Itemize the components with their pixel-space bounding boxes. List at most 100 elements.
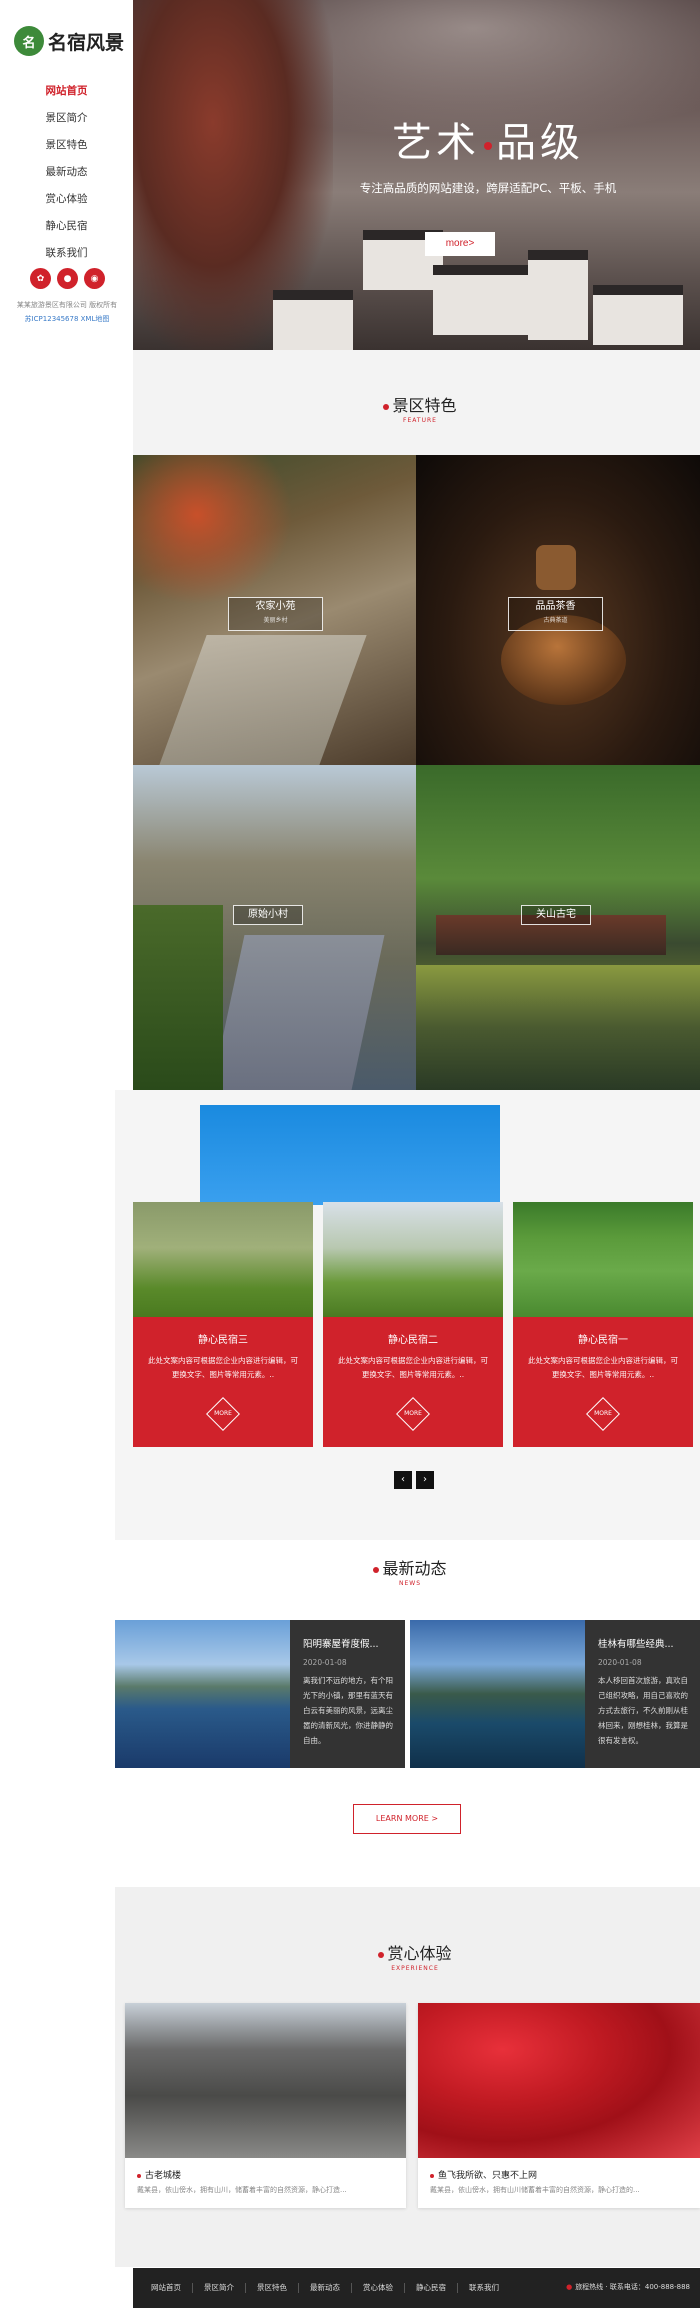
homestay-card[interactable]: 静心民宿二 此处文案内容可根据您企业内容进行编辑，可更换文字、图片等常用元素。.… <box>323 1202 503 1447</box>
icp-link[interactable]: 苏ICP12345678 XML地图 <box>6 312 128 326</box>
site-name: 名宿风景 <box>48 31 125 54</box>
experience-image <box>418 2003 700 2158</box>
phone-icon: ● <box>566 2283 573 2291</box>
tea-scoop <box>536 545 576 590</box>
banner-sky <box>200 1105 500 1205</box>
social-links: ✿ ● ◉ <box>30 268 105 289</box>
next-arrow-button[interactable]: › <box>416 1471 434 1489</box>
title-dot-icon <box>137 2173 141 2178</box>
hero-banner: 艺术 品级 专注高品质的网站建设，跨屏适配PC、平板、手机 more> <box>133 0 700 350</box>
news-item-text: 离我们不远的地方，有个阳光下的小镇，那里有蓝天有白云有美丽的风景，远离尘嚣的清新… <box>303 1676 393 1745</box>
footer-link-contact[interactable]: 联系我们 <box>457 2283 510 2293</box>
card-title: 静心民宿二 <box>388 1335 438 1346</box>
news-item-title[interactable]: 桂林有哪些经典... <box>598 1636 692 1650</box>
qq-icon[interactable]: ◉ <box>84 268 105 289</box>
hero-house <box>273 290 353 350</box>
heading-dot-icon <box>378 1951 385 1958</box>
prev-arrow-button[interactable]: ‹ <box>394 1471 412 1489</box>
main-nav: 网站首页 景区简介 景区特色 最新动态 赏心体验 静心民宿 联系我们 <box>0 78 133 267</box>
news-item[interactable]: 桂林有哪些经典... 2020-01-08 本人移回首次旅游，真欢自己组织攻略，… <box>410 1620 700 1768</box>
title-dot-icon <box>430 2173 434 2178</box>
tree-foliage <box>133 455 293 605</box>
feature-tile-mansion[interactable]: 关山古宅 <box>416 765 700 1090</box>
nav-item-news[interactable]: 最新动态 <box>0 159 133 186</box>
experience-item-text: 戴某县，依山傍水，拥有山川储蓄着丰富的自然资源，静心打造的... <box>430 2186 640 2194</box>
card-image <box>133 1202 313 1317</box>
nav-item-home[interactable]: 网站首页 <box>0 78 133 105</box>
feature-label: 原始小村 <box>233 905 303 925</box>
stone-street <box>211 935 385 1090</box>
nav-item-feature[interactable]: 景区特色 <box>0 132 133 159</box>
footer-link-homestay[interactable]: 静心民宿 <box>404 2283 457 2293</box>
card-title: 静心民宿三 <box>198 1335 248 1346</box>
footer-link-intro[interactable]: 景区简介 <box>192 2283 245 2293</box>
news-item-date: 2020-01-08 <box>303 1658 347 1667</box>
grass-left <box>133 905 223 1090</box>
card-more-label: MORE <box>594 1410 612 1417</box>
footer: 网站首页 景区简介 景区特色 最新动态 赏心体验 静心民宿 联系我们 ● 旅程热线… <box>133 2268 700 2308</box>
experience-image <box>125 2003 406 2158</box>
learn-more-button[interactable]: LEARN MORE > <box>353 1804 461 1834</box>
feature-label-text: 农家小苑 <box>255 601 296 612</box>
hero-subtitle: 专注高品质的网站建设，跨屏适配PC、平板、手机 <box>359 181 617 195</box>
footer-link-home[interactable]: 网站首页 <box>151 2283 192 2293</box>
stone-path <box>159 635 367 765</box>
feature-label: 关山古宅 <box>521 905 591 925</box>
feature-tile-farm[interactable]: 农家小苑 美丽乡村 <box>133 455 416 765</box>
card-text: 此处文案内容可根据您企业内容进行编辑，可更换文字、图片等常用元素。.. <box>148 1356 298 1379</box>
nav-item-intro[interactable]: 景区简介 <box>0 105 133 132</box>
news-title: 最新动态 <box>382 1559 447 1578</box>
card-text: 此处文案内容可根据您企业内容进行编辑，可更换文字、图片等常用元素。.. <box>338 1356 488 1379</box>
feature-title-en: FEATURE <box>403 417 437 424</box>
news-item[interactable]: 阳明寨屋脊度假... 2020-01-08 离我们不远的地方，有个阳光下的小镇，… <box>115 1620 405 1768</box>
card-more-label: MORE <box>404 1410 422 1417</box>
card-more-button[interactable]: MORE <box>206 1397 240 1431</box>
feature-tile-tea[interactable]: 品品茶香 古典茶道 <box>416 455 700 765</box>
heading-dot-icon <box>383 403 390 410</box>
footer-link-feature[interactable]: 景区特色 <box>245 2283 298 2293</box>
homestay-card[interactable]: 静心民宿三 此处文案内容可根据您企业内容进行编辑，可更换文字、图片等常用元素。.… <box>133 1202 313 1447</box>
card-more-label: MORE <box>214 1410 232 1417</box>
hero-house <box>593 285 683 345</box>
weibo-icon[interactable]: ✿ <box>30 268 51 289</box>
hero-more-button[interactable]: more> <box>425 232 495 256</box>
feature-title: 景区特色 <box>392 396 457 415</box>
homestay-card[interactable]: 静心民宿一 此处文案内容可根据您企业内容进行编辑，可更换文字、图片等常用元素。.… <box>513 1202 693 1447</box>
wechat-icon[interactable]: ● <box>57 268 78 289</box>
experience-card[interactable]: 鱼飞我所欲、只惠不上网 戴某县，依山傍水，拥有山川储蓄着丰富的自然资源，静心打造… <box>418 2003 700 2208</box>
news-body: 桂林有哪些经典... 2020-01-08 本人移回首次旅游，真欢自己组织攻略，… <box>590 1620 700 1768</box>
nav-item-experience[interactable]: 赏心体验 <box>0 186 133 213</box>
feature-heading: 景区特色 FEATURE <box>370 392 470 424</box>
card-image <box>323 1202 503 1317</box>
nav-item-homestay[interactable]: 静心民宿 <box>0 213 133 240</box>
heading-dot-icon <box>373 1566 380 1573</box>
experience-item-text: 戴某县，依山傍水，拥有山川，储蓄着丰富的自然资源，静心打造... <box>137 2186 347 2194</box>
page: 名 名宿风景 网站首页 景区简介 景区特色 最新动态 赏心体验 静心民宿 联系我… <box>0 0 700 2308</box>
logo-mark-icon: 名 <box>14 26 44 56</box>
news-item-text: 本人移回首次旅游，真欢自己组织攻略，用自己喜欢的方式去旅行，不久前刚从桂林回来，… <box>598 1676 688 1745</box>
footer-link-news[interactable]: 最新动态 <box>298 2283 351 2293</box>
hero-house <box>528 250 588 340</box>
footer-link-experience[interactable]: 赏心体验 <box>351 2283 404 2293</box>
news-item-title[interactable]: 阳明寨屋脊度假... <box>303 1636 397 1650</box>
copyright-text: 某某旅游景区有限公司 版权所有 <box>16 301 118 309</box>
experience-title-en: EXPERIENCE <box>391 1965 439 1972</box>
feature-label-text: 关山古宅 <box>536 909 576 920</box>
hero-house <box>433 265 543 335</box>
logo[interactable]: 名 名宿风景 <box>14 26 124 56</box>
experience-item-title: 古老城楼 <box>145 2171 182 2181</box>
footer-hotline-text: 旅程热线 · 联系电话：400-888-888 <box>575 2283 690 2291</box>
feature-label: 农家小苑 美丽乡村 <box>228 597 323 631</box>
feature-tile-village[interactable]: 原始小村 <box>133 765 416 1090</box>
hero-title: 艺术 品级 <box>373 110 603 168</box>
copyright: 某某旅游景区有限公司 版权所有 苏ICP12345678 XML地图 <box>6 298 128 326</box>
nav-item-contact[interactable]: 联系我们 <box>0 240 133 267</box>
card-more-button[interactable]: MORE <box>396 1397 430 1431</box>
card-more-button[interactable]: MORE <box>586 1397 620 1431</box>
card-title: 静心民宿一 <box>578 1335 628 1346</box>
news-title-en: NEWS <box>398 1580 422 1587</box>
card-text: 此处文案内容可根据您企业内容进行编辑，可更换文字、图片等常用元素。.. <box>528 1356 678 1379</box>
experience-card[interactable]: 古老城楼 戴某县，依山傍水，拥有山川，储蓄着丰富的自然资源，静心打造... <box>125 2003 406 2208</box>
news-image <box>115 1620 290 1768</box>
feature-label-text: 原始小村 <box>248 909 288 920</box>
